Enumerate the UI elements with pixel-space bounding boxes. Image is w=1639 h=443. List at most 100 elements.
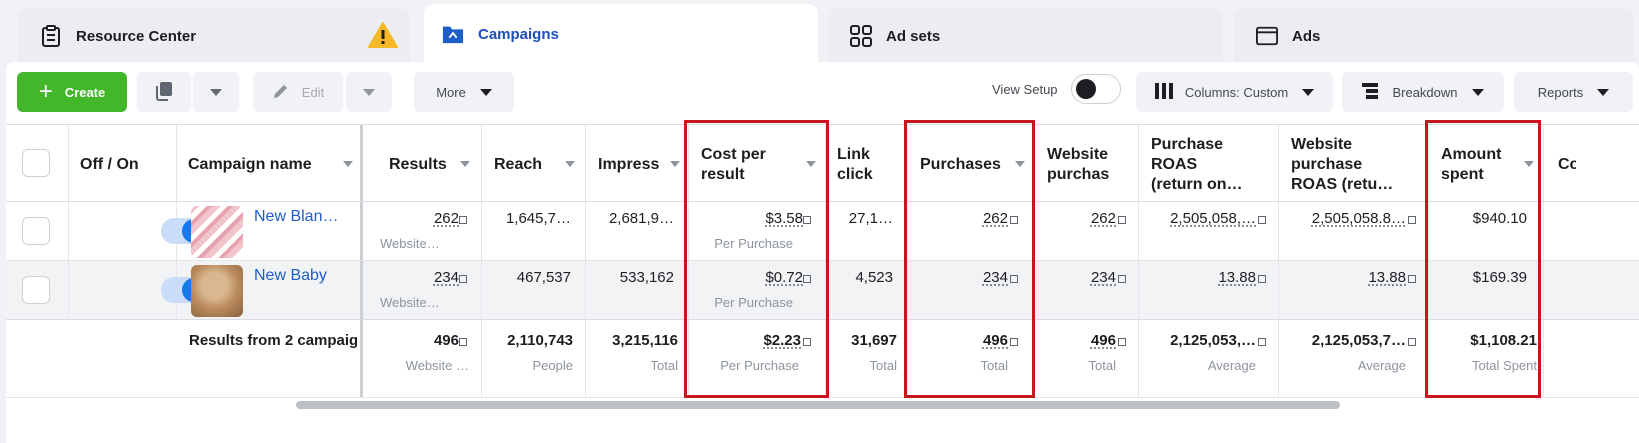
- tab-ads[interactable]: Ads: [1234, 8, 1634, 64]
- sort-icon: [670, 161, 680, 167]
- col-amount-spent[interactable]: Amount spent: [1429, 125, 1544, 201]
- sort-icon: [565, 161, 575, 167]
- info-icon: [803, 275, 811, 283]
- breakdown-button[interactable]: Breakdown: [1342, 72, 1504, 112]
- results-value[interactable]: 262: [434, 210, 459, 227]
- info-icon: [803, 338, 811, 346]
- info-icon: [1010, 216, 1018, 224]
- info-icon: [1010, 338, 1018, 346]
- info-icon: [1408, 338, 1416, 346]
- plus-icon: +: [38, 78, 53, 105]
- col-next[interactable]: Co: [1544, 125, 1639, 201]
- cost-per-result-value[interactable]: $3.58: [765, 210, 803, 227]
- chevron-down-icon: [363, 88, 375, 96]
- columns-icon: [1154, 82, 1173, 102]
- table-row[interactable]: New Blan… 262 Website… 1,645,7… 2,681,9… …: [6, 202, 1639, 261]
- info-icon: [1408, 275, 1416, 283]
- duplicate-icon: [154, 81, 174, 104]
- sort-icon: [343, 161, 353, 167]
- info-icon: [803, 216, 811, 224]
- tab-campaigns[interactable]: Campaigns: [424, 4, 818, 64]
- view-setup-toggle[interactable]: [1071, 74, 1121, 104]
- campaign-thumbnail: [191, 206, 243, 258]
- totals-row: Results from 2 campaigns 496Website … 2,…: [6, 320, 1639, 398]
- info-icon: [1258, 275, 1266, 283]
- table-header: Off / On Campaign name Results Reach Imp…: [6, 124, 1639, 202]
- col-website-purchases[interactable]: Website purchas: [1035, 125, 1139, 201]
- breakdown-label: Breakdown: [1392, 84, 1458, 100]
- horizontal-scrollbar[interactable]: [296, 401, 1340, 409]
- row-checkbox[interactable]: [22, 276, 50, 304]
- campaign-thumbnail: [191, 265, 243, 317]
- info-icon: [1118, 338, 1126, 346]
- select-all-checkbox[interactable]: [22, 149, 50, 177]
- campaign-name-link[interactable]: New Baby: [254, 267, 327, 285]
- view-setup-label: View Setup: [992, 82, 1058, 97]
- info-icon: [1118, 275, 1126, 283]
- purchases-value[interactable]: 262: [983, 210, 1008, 227]
- col-reach[interactable]: Reach: [482, 125, 586, 201]
- chevron-down-icon: [479, 88, 492, 96]
- info-icon: [1258, 338, 1266, 346]
- sort-icon: [1524, 161, 1534, 167]
- col-website-purchase-roas[interactable]: Website purchase ROAS (retu…: [1279, 125, 1429, 201]
- chevron-down-icon: [210, 88, 222, 96]
- duplicate-button[interactable]: [137, 72, 191, 112]
- campaigns-panel: + Create Edit More View Setup Columns: C…: [6, 62, 1639, 443]
- columns-label: Columns: Custom: [1184, 84, 1289, 100]
- ads-manager-screen: Resource Center Campaigns Ad sets Ads + …: [0, 0, 1639, 443]
- sort-icon: [460, 161, 470, 167]
- info-icon: [1010, 275, 1018, 283]
- info-icon: [1258, 216, 1266, 224]
- duplicate-dropdown[interactable]: [193, 72, 239, 112]
- pencil-icon: [272, 82, 290, 103]
- edit-button[interactable]: Edit: [253, 72, 343, 112]
- info-icon: [459, 275, 467, 283]
- col-link-click[interactable]: Link click: [826, 125, 908, 201]
- chevron-down-icon: [1471, 88, 1484, 96]
- col-campaign-name[interactable]: Campaign name: [177, 125, 363, 201]
- edit-dropdown[interactable]: [346, 72, 392, 112]
- purchases-value[interactable]: 234: [983, 269, 1008, 286]
- window-icon: [1256, 25, 1278, 47]
- reports-label: Reports: [1537, 84, 1584, 100]
- col-off-on[interactable]: Off / On: [69, 125, 177, 201]
- tab-label: Ads: [1292, 27, 1321, 45]
- tab-ad-sets[interactable]: Ad sets: [828, 8, 1223, 64]
- info-icon: [1118, 216, 1126, 224]
- col-purchases[interactable]: Purchases: [908, 125, 1035, 201]
- info-icon: [459, 338, 467, 346]
- col-purchase-roas[interactable]: Purchase ROAS (return on…: [1139, 125, 1279, 201]
- cost-per-result-value[interactable]: $0.72: [765, 269, 803, 286]
- results-value[interactable]: 234: [434, 269, 459, 286]
- info-icon: [459, 216, 467, 224]
- edit-label: Edit: [301, 84, 325, 100]
- col-cost-per-result[interactable]: Cost per result: [689, 125, 826, 201]
- columns-button[interactable]: Columns: Custom: [1136, 72, 1333, 112]
- tab-resource-center[interactable]: Resource Center: [18, 8, 410, 64]
- more-button[interactable]: More: [414, 72, 514, 112]
- folder-icon: [442, 23, 464, 45]
- create-button[interactable]: + Create: [17, 72, 127, 112]
- sort-icon: [806, 161, 816, 167]
- tab-label: Campaigns: [478, 25, 559, 43]
- col-results[interactable]: Results: [363, 125, 482, 201]
- campaign-name-link[interactable]: New Blan…: [254, 208, 338, 226]
- create-label: Create: [64, 84, 106, 100]
- info-icon: [1408, 216, 1416, 224]
- grid-icon: [850, 25, 872, 47]
- sort-icon: [1015, 161, 1025, 167]
- breakdown-icon: [1362, 82, 1379, 102]
- totals-label: Results from 2 campaigns: [189, 332, 357, 349]
- col-impressions[interactable]: Impress: [586, 125, 689, 201]
- more-label: More: [436, 84, 466, 100]
- chevron-down-icon: [1597, 88, 1610, 96]
- warning-icon[interactable]: [368, 22, 398, 52]
- reports-button[interactable]: Reports: [1514, 72, 1633, 112]
- tab-label: Ad sets: [886, 27, 941, 45]
- table-row[interactable]: New Baby 234 Website… 467,537 533,162 $0.…: [6, 261, 1639, 320]
- tab-label: Resource Center: [76, 27, 197, 45]
- chevron-down-icon: [1302, 88, 1315, 96]
- row-checkbox[interactable]: [22, 217, 50, 245]
- clipboard-icon: [40, 25, 62, 47]
